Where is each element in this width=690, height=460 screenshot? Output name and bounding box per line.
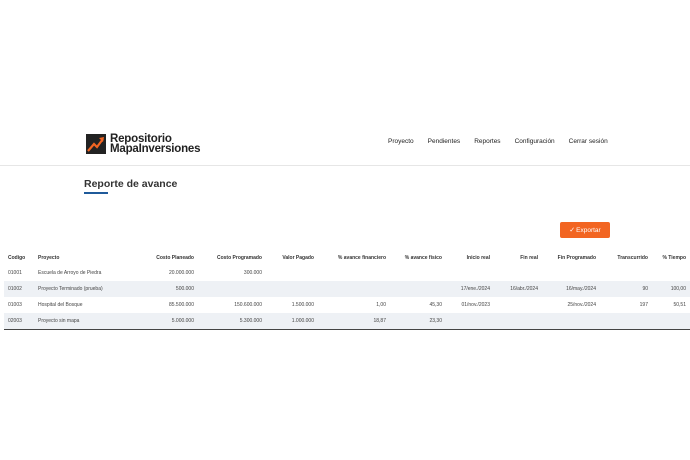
cell-proyecto: Proyecto Terminado (prueba) [34, 281, 142, 297]
cell-fin-programado: 25/nov./2024 [567, 302, 596, 308]
cell-costo-programado: 5.300.000 [198, 313, 266, 330]
cell-inicio-real [446, 265, 494, 281]
cell-tiempo: 50,51 [673, 302, 686, 308]
cell-costo-planeado: 5.000.000 [142, 313, 198, 330]
cell-fin-programado [542, 265, 600, 281]
table-row[interactable]: 01002 Proyecto Terminado (prueba) 500.00… [4, 281, 690, 297]
cell-fin-real [494, 265, 542, 281]
table-row[interactable]: 02003 Proyecto sin mapa 5.000.000 5.300.… [4, 313, 690, 330]
col-header-fin-programado[interactable]: Fin Programado [542, 251, 600, 265]
check-icon: ✓ [569, 227, 576, 234]
col-header-fin-real[interactable]: Fin real [494, 251, 542, 265]
cell-transcurrido [600, 313, 652, 330]
table-row[interactable]: 01003 Hospital del Bosque 85.500.000 150… [4, 297, 690, 313]
cell-avance-financiero [318, 265, 390, 281]
col-header-valor-pagado[interactable]: Valor Pagado [266, 251, 318, 265]
nav-configuracion[interactable]: Configuración [515, 138, 555, 145]
col-header-avance-financiero[interactable]: % avance financiero [318, 251, 390, 265]
cell-tiempo [652, 313, 690, 330]
cell-codigo: 01001 [8, 270, 22, 276]
cell-fin-programado: 16/may./2024 [542, 281, 600, 297]
cell-proyecto: Hospital del Bosque [38, 302, 83, 308]
table-row[interactable]: 01001 Escuela de Arroyo de Piedra 20.000… [4, 265, 690, 281]
col-header-inicio-real[interactable]: Inicio real [446, 251, 494, 265]
cell-avance-financiero: 1,00 [376, 302, 386, 308]
cell-avance-fisico: 23,30 [390, 313, 446, 330]
cell-fin-programado [542, 313, 600, 330]
cell-transcurrido [600, 265, 652, 281]
title-underline [84, 192, 108, 194]
cell-codigo: 01002 [4, 281, 34, 297]
export-button-label: Exportar [576, 226, 601, 234]
cell-fin-real [494, 313, 542, 330]
col-header-tiempo[interactable]: % Tiempo [652, 251, 690, 265]
nav-reportes[interactable]: Reportes [474, 138, 500, 145]
cell-valor-pagado [266, 265, 318, 281]
col-header-transcurrido[interactable]: Transcurrido [600, 251, 652, 265]
cell-costo-planeado: 500.000 [142, 281, 198, 297]
cell-fin-real: 16/abr./2024 [494, 281, 542, 297]
nav-proyecto[interactable]: Proyecto [388, 138, 414, 145]
cell-transcurrido: 197 [639, 302, 648, 308]
brand-logo[interactable]: Repositorio MapaInversiones [86, 133, 201, 155]
top-header: Repositorio MapaInversiones Proyecto Pen… [0, 128, 690, 166]
chart-arrow-icon [86, 134, 106, 154]
nav-pendientes[interactable]: Pendientes [428, 138, 461, 145]
cell-valor-pagado: 1.000.000 [266, 313, 318, 330]
cell-inicio-real [446, 313, 494, 330]
cell-costo-planeado: 85.500.000 [168, 302, 194, 308]
cell-avance-financiero [318, 281, 390, 297]
export-button[interactable]: ✓ Exportar [560, 222, 610, 238]
cell-valor-pagado: 1.500.000 [291, 302, 314, 308]
col-header-costo-programado[interactable]: Costo Programado [198, 251, 266, 265]
cell-avance-financiero: 18,87 [318, 313, 390, 330]
cell-avance-fisico [390, 281, 446, 297]
col-header-costo-planeado[interactable]: Costo Planeado [142, 251, 198, 265]
cell-valor-pagado [266, 281, 318, 297]
cell-proyecto: Escuela de Arroyo de Piedra [38, 270, 102, 276]
cell-inicio-real: 17/ene./2024 [446, 281, 494, 297]
cell-codigo: 01003 [8, 302, 22, 308]
cell-costo-programado: 150.600.000 [234, 302, 262, 308]
cell-avance-fisico [390, 265, 446, 281]
col-header-avance-fisico[interactable]: % avance físico [390, 251, 446, 265]
cell-tiempo [652, 265, 690, 281]
cell-proyecto: Proyecto sin mapa [34, 313, 142, 330]
cell-transcurrido: 90 [600, 281, 652, 297]
cell-tiempo: 100,00 [652, 281, 690, 297]
main-nav: Proyecto Pendientes Reportes Configuraci… [388, 138, 622, 145]
col-header-proyecto[interactable]: Proyecto [34, 251, 142, 265]
cell-costo-programado: 300.000 [243, 270, 262, 276]
cell-costo-programado [198, 281, 266, 297]
page-title: Reporte de avance [84, 178, 178, 190]
table-header-row: Codigo Proyecto Costo Planeado Costo Pro… [4, 251, 690, 265]
cell-avance-fisico: 45,30 [429, 302, 442, 308]
cell-fin-real [494, 297, 542, 313]
col-header-codigo[interactable]: Codigo [4, 251, 34, 265]
brand-name-line2: MapaInversiones [110, 143, 201, 155]
cell-costo-planeado: 20.000.000 [168, 270, 194, 276]
cell-inicio-real: 01/nov./2023 [461, 302, 490, 308]
cell-codigo: 02003 [4, 313, 34, 330]
nav-cerrar-sesion[interactable]: Cerrar sesión [569, 138, 608, 145]
progress-report-table: Codigo Proyecto Costo Planeado Costo Pro… [4, 251, 690, 330]
